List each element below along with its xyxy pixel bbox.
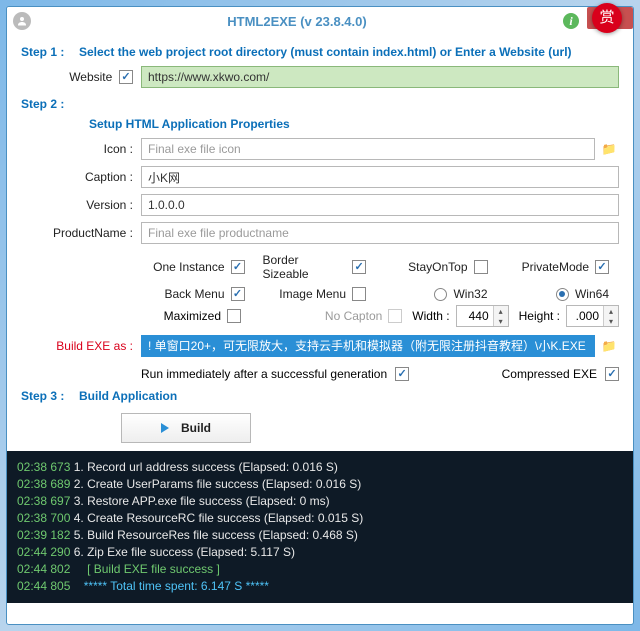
win64-radio[interactable] [556, 288, 569, 301]
website-checkbox[interactable] [119, 70, 133, 84]
one-instance-checkbox[interactable] [231, 260, 245, 274]
step1-header: Step 1 :Select the web project root dire… [21, 45, 619, 59]
info-icon[interactable]: i [563, 13, 579, 29]
back-menu-checkbox[interactable] [231, 287, 245, 301]
build-as-path[interactable]: ! 单窗口20+，可无限放大，支持云手机和模拟器（附无限注册抖音教程）\小K.E… [141, 335, 595, 357]
border-sizeable-checkbox[interactable] [352, 260, 366, 274]
step2-header: Step 2 : [21, 97, 619, 111]
productname-label: ProductName : [21, 226, 141, 240]
height-stepper[interactable]: ▴▾ [566, 305, 619, 327]
compressed-checkbox[interactable] [605, 367, 619, 381]
icon-label: Icon : [21, 142, 141, 156]
icon-browse-button[interactable]: 📁 [599, 140, 619, 158]
build-as-label: Build EXE as : [21, 339, 141, 353]
build-as-browse-button[interactable]: 📁 [599, 337, 619, 355]
private-mode-checkbox[interactable] [595, 260, 609, 274]
step3-header: Step 3 :Build Application [21, 389, 619, 403]
version-label: Version : [21, 198, 141, 212]
maximized-checkbox[interactable] [227, 309, 241, 323]
stay-on-top-checkbox[interactable] [474, 260, 488, 274]
image-menu-checkbox[interactable] [352, 287, 366, 301]
width-stepper[interactable]: ▴▾ [456, 305, 509, 327]
win32-radio[interactable] [434, 288, 447, 301]
no-caption-checkbox[interactable] [388, 309, 402, 323]
compressed-label: Compressed EXE [502, 367, 597, 381]
caption-label: Caption : [21, 170, 141, 184]
website-input[interactable] [141, 66, 619, 88]
caption-input[interactable] [141, 166, 619, 188]
website-label: Website [69, 70, 112, 84]
run-after-label: Run immediately after a successful gener… [141, 367, 387, 381]
build-button[interactable]: Build [121, 413, 251, 443]
icon-input[interactable] [141, 138, 595, 160]
app-icon [13, 12, 31, 30]
version-input[interactable] [141, 194, 619, 216]
step2-subheader: Setup HTML Application Properties [89, 117, 619, 131]
run-after-checkbox[interactable] [395, 367, 409, 381]
titlebar: HTML2EXE (v 23.8.4.0) i [7, 7, 633, 35]
play-icon [161, 423, 169, 433]
productname-input[interactable] [141, 222, 619, 244]
window-title: HTML2EXE (v 23.8.4.0) [31, 14, 563, 29]
build-log: 02:38 673 1. Record url address success … [7, 451, 633, 603]
